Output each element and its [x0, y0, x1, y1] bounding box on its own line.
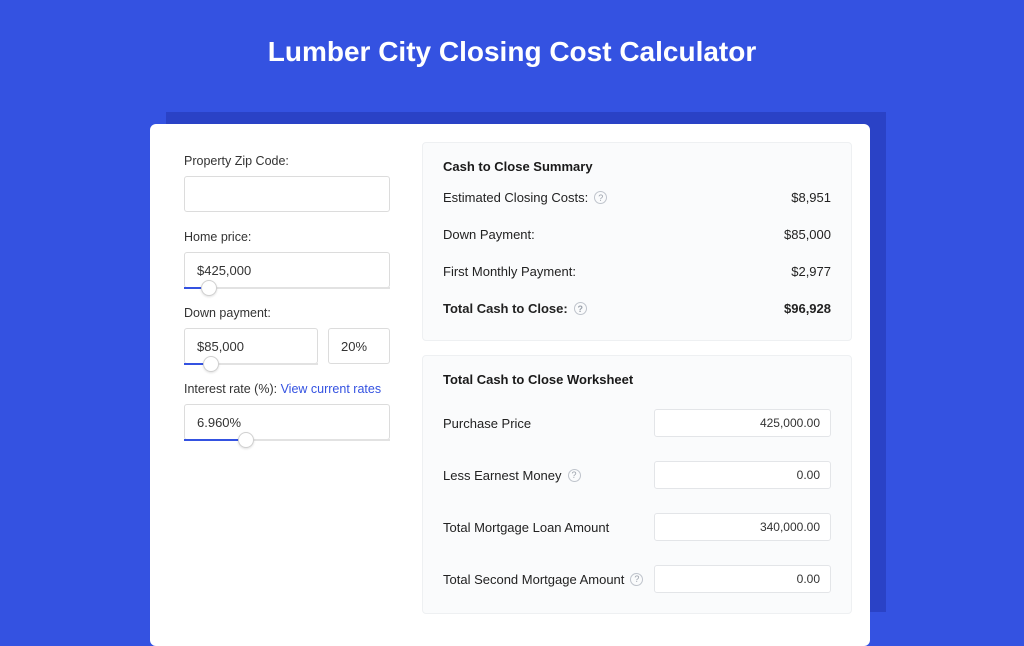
worksheet-row-input[interactable] — [654, 513, 831, 541]
worksheet-panel: Total Cash to Close Worksheet Purchase P… — [422, 355, 852, 614]
summary-row-value: $8,951 — [791, 190, 831, 205]
home-price-field: Home price: — [184, 230, 390, 288]
summary-row-label: Estimated Closing Costs: — [443, 190, 588, 205]
down-payment-field: Down payment: — [184, 306, 390, 364]
summary-row-label: Down Payment: — [443, 227, 535, 242]
summary-row-value: $2,977 — [791, 264, 831, 279]
worksheet-row: Purchase Price — [443, 403, 831, 455]
cash-to-close-summary-panel: Cash to Close Summary Estimated Closing … — [422, 142, 852, 341]
interest-rate-label: Interest rate (%): View current rates — [184, 382, 390, 396]
calculator-card: Property Zip Code: Home price: Down paym… — [150, 124, 870, 646]
summary-row-value: $85,000 — [784, 227, 831, 242]
zip-field: Property Zip Code: — [184, 154, 390, 212]
slider-thumb[interactable] — [201, 280, 217, 296]
down-payment-slider[interactable] — [184, 328, 318, 364]
slider-progress — [184, 439, 246, 441]
worksheet-row: Less Earnest Money? — [443, 455, 831, 507]
zip-input[interactable] — [184, 176, 390, 212]
view-current-rates-link[interactable]: View current rates — [281, 382, 382, 396]
worksheet-row: Total Mortgage Loan Amount — [443, 507, 831, 559]
worksheet-row-label: Less Earnest Money — [443, 468, 562, 483]
worksheet-row-input[interactable] — [654, 409, 831, 437]
interest-rate-input[interactable] — [184, 404, 390, 440]
worksheet-title: Total Cash to Close Worksheet — [443, 372, 831, 387]
summary-row-label: Total Cash to Close: — [443, 301, 568, 316]
worksheet-row-input[interactable] — [654, 565, 831, 593]
help-icon[interactable]: ? — [568, 469, 581, 482]
home-price-slider[interactable] — [184, 252, 390, 288]
help-icon[interactable]: ? — [574, 302, 587, 315]
interest-rate-slider[interactable] — [184, 404, 390, 440]
summary-row: Down Payment: $85,000 — [443, 227, 831, 264]
interest-rate-label-text: Interest rate (%): — [184, 382, 281, 396]
results-panel: Cash to Close Summary Estimated Closing … — [422, 142, 852, 628]
help-icon[interactable]: ? — [630, 573, 643, 586]
summary-row-label: First Monthly Payment: — [443, 264, 576, 279]
interest-rate-field: Interest rate (%): View current rates — [184, 382, 390, 440]
worksheet-row-label: Total Second Mortgage Amount — [443, 572, 624, 587]
down-payment-percent-input[interactable] — [328, 328, 390, 364]
inputs-panel: Property Zip Code: Home price: Down paym… — [168, 142, 400, 628]
home-price-label: Home price: — [184, 230, 390, 244]
summary-title: Cash to Close Summary — [443, 159, 831, 174]
summary-row: First Monthly Payment: $2,977 — [443, 264, 831, 301]
help-icon[interactable]: ? — [594, 191, 607, 204]
summary-row-value: $96,928 — [784, 301, 831, 316]
down-payment-label: Down payment: — [184, 306, 390, 320]
worksheet-row-label: Purchase Price — [443, 416, 531, 431]
worksheet-row: Total Second Mortgage Amount? — [443, 559, 831, 611]
page-title: Lumber City Closing Cost Calculator — [0, 0, 1024, 98]
worksheet-row-input[interactable] — [654, 461, 831, 489]
zip-label: Property Zip Code: — [184, 154, 390, 168]
summary-row: Total Cash to Close:? $96,928 — [443, 301, 831, 338]
slider-thumb[interactable] — [238, 432, 254, 448]
slider-thumb[interactable] — [203, 356, 219, 372]
summary-row: Estimated Closing Costs:? $8,951 — [443, 190, 831, 227]
worksheet-row-label: Total Mortgage Loan Amount — [443, 520, 609, 535]
